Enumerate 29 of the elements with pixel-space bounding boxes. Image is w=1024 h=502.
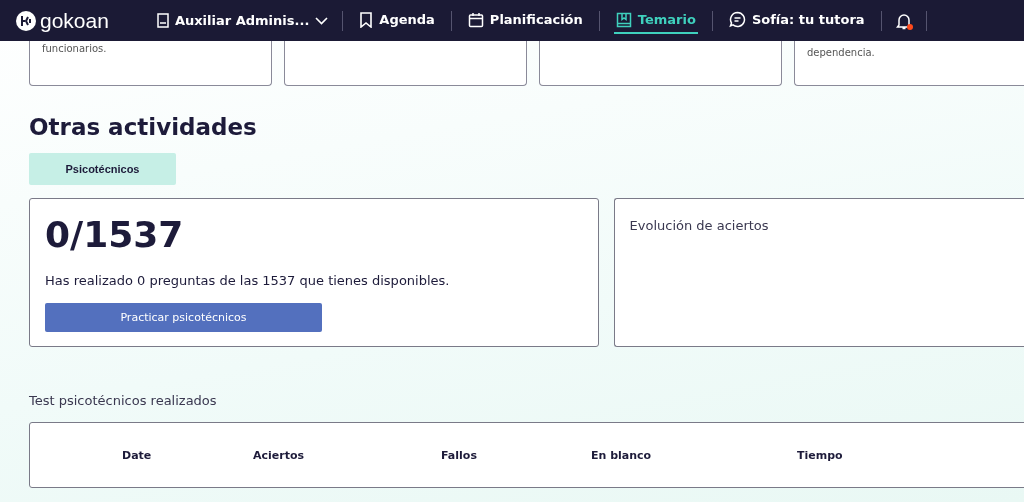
nav-link[interactable]: Agenda (357, 7, 437, 34)
progress-description: Has realizado 0 preguntas de las 1537 que tienes disponibles. (45, 273, 450, 288)
practice-button[interactable]: Practicar psicotécnicos (45, 303, 322, 332)
document-icon (156, 13, 169, 28)
notifications-button[interactable] (895, 11, 912, 30)
nav-link[interactable]: Temario (613, 7, 698, 34)
nav-link[interactable]: Planificación (465, 7, 585, 34)
course-selector[interactable]: Auxiliar Adminis... (156, 13, 329, 28)
column-header: Aciertos (253, 448, 306, 462)
table-title: Test psicotécnicos realizados (29, 393, 217, 408)
column-header: Fallos (441, 448, 478, 462)
bookmark-icon (359, 11, 374, 28)
question-count: 0/1537 (45, 213, 184, 257)
calendar-icon (467, 11, 484, 28)
card-text: funcionarios. (42, 43, 107, 54)
chat-icon (728, 11, 746, 28)
chevron-down-icon (315, 16, 329, 25)
logo-icon (16, 10, 36, 31)
book-icon (615, 11, 632, 28)
column-header: En blanco (591, 448, 653, 462)
column-header: Tiempo (797, 448, 844, 462)
nav-link[interactable]: Sofía: tu tutora (726, 7, 867, 34)
activity-tab[interactable]: Psicotécnicos (29, 153, 176, 185)
section-title: Otras actividades (29, 113, 258, 142)
column-header: Date (122, 448, 153, 462)
chart-title: Evolución de aciertos (629, 218, 769, 233)
logo-text: gokoan (40, 8, 109, 33)
bell-icon (895, 11, 912, 30)
card-text: dependencia. (807, 47, 875, 58)
